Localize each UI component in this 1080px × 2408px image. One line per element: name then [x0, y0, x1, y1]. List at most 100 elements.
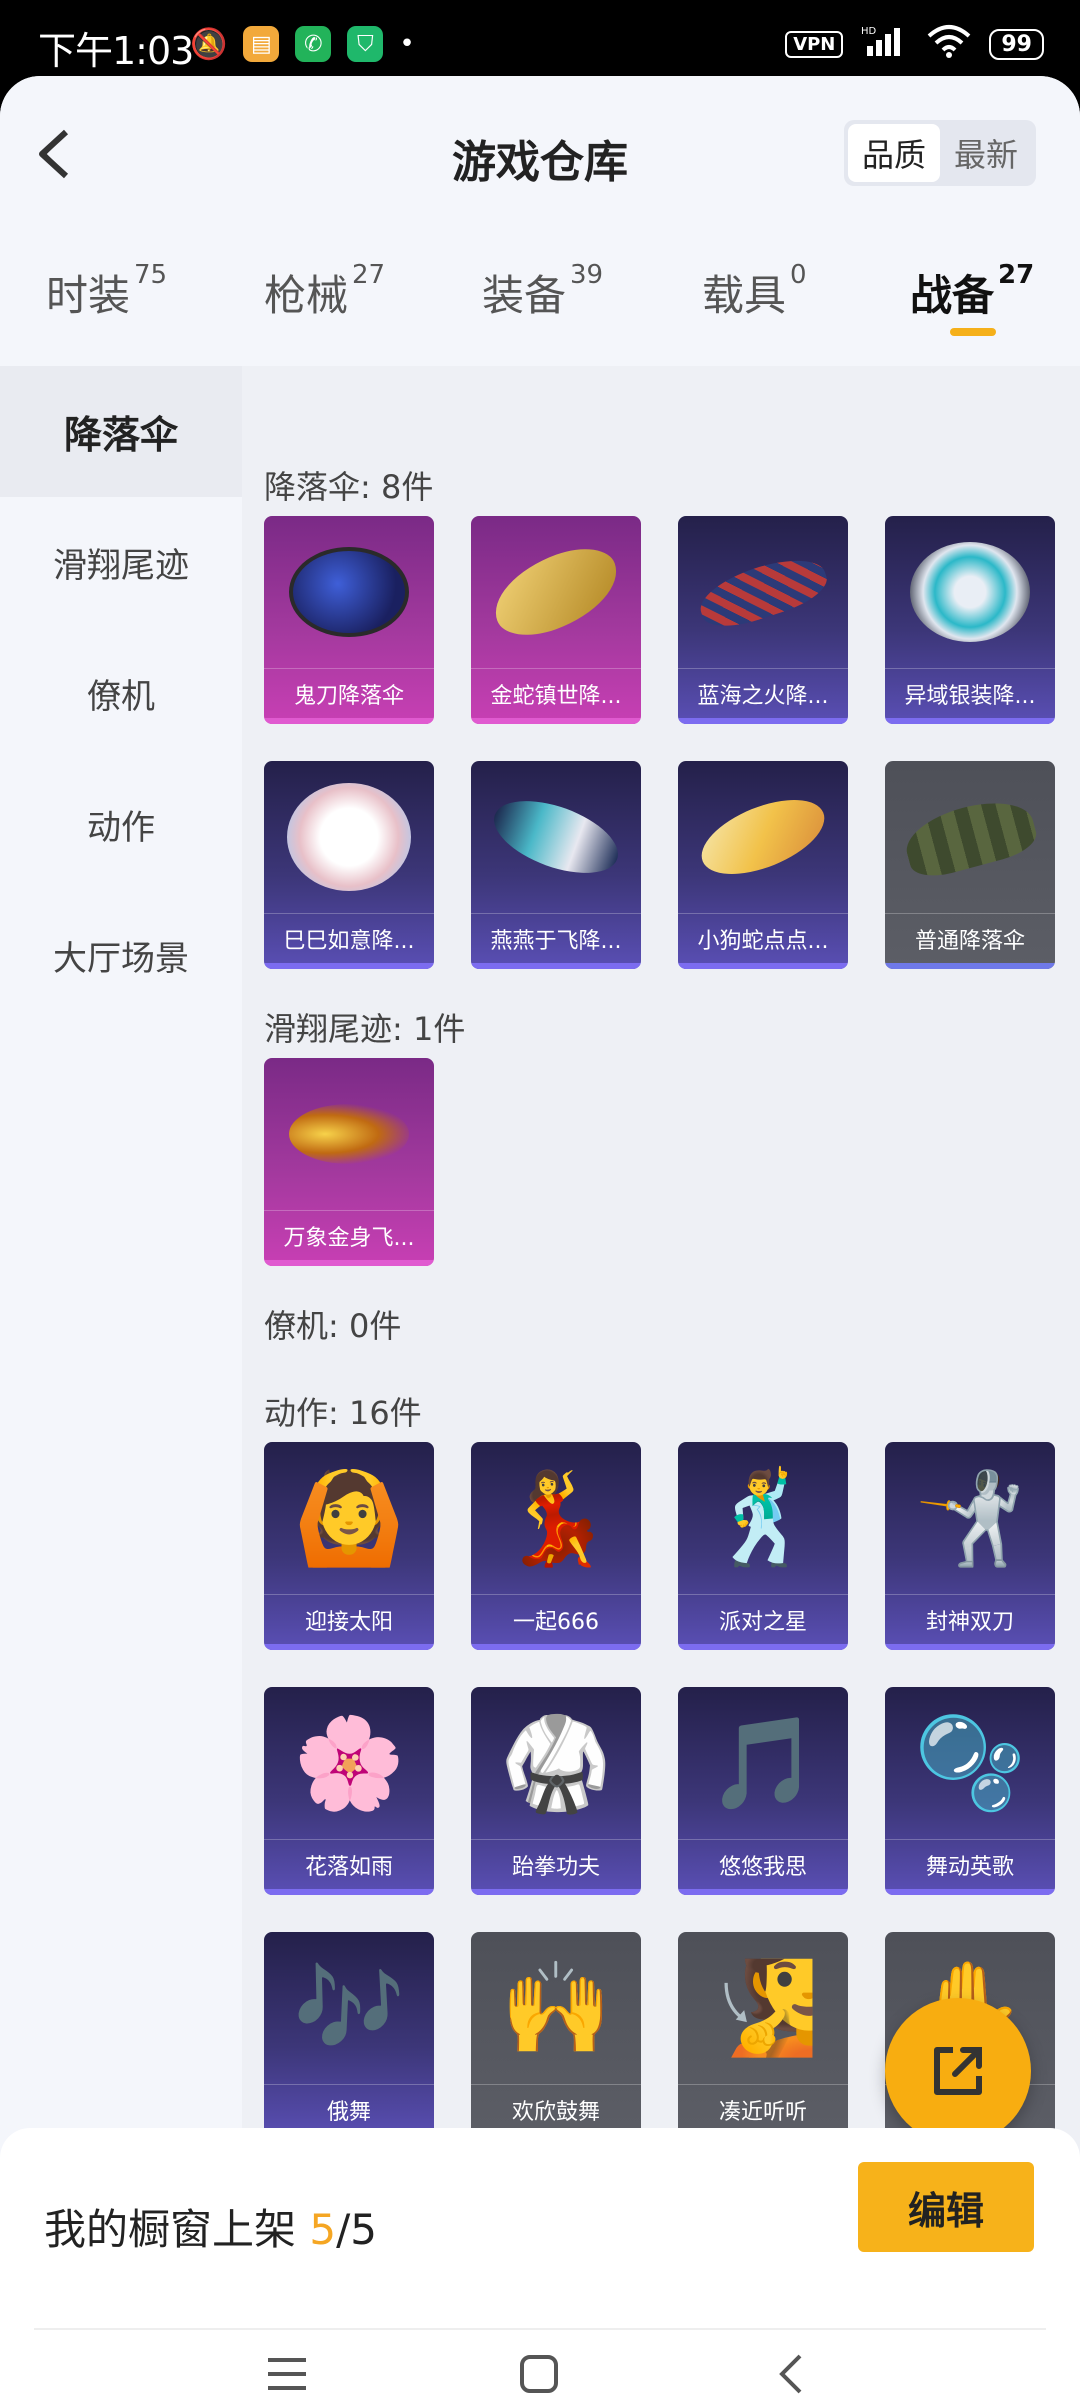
- item-card[interactable]: 🥋 跆拳功夫: [471, 1687, 641, 1895]
- tab-guns[interactable]: 枪械 27: [264, 260, 386, 342]
- item-name: 迎接太阳: [264, 1594, 434, 1644]
- parachute-icon: [264, 516, 434, 668]
- item-card[interactable]: 鬼刀降落伞: [264, 516, 434, 724]
- showcase-status: 我的橱窗上架 5/5: [44, 2196, 377, 2257]
- hd-label: HD: [861, 26, 877, 37]
- sidebar-item-parachute[interactable]: 降落伞: [0, 366, 242, 497]
- item-name: 燕燕于飞降...: [471, 913, 641, 963]
- tab-equipment[interactable]: 装备 39: [482, 260, 604, 342]
- emote-figure-icon: 🧏: [706, 1955, 820, 2061]
- item-card[interactable]: 普通降落伞: [885, 761, 1055, 969]
- tab-label: 战备: [910, 271, 995, 320]
- tab-fashion[interactable]: 时装 75: [46, 260, 168, 342]
- more-dot-icon: •: [399, 29, 415, 59]
- emote-figure-icon: 🤺: [913, 1465, 1027, 1571]
- sidebar-item-lobby-scene[interactable]: 大厅场景: [0, 890, 242, 1021]
- status-bar: 下午1:03 🔕 ▤ ✆ ⛉ • VPN HD 99: [0, 0, 1080, 80]
- item-name: 小狗蛇点点...: [678, 913, 848, 963]
- tab-label: 装备: [482, 271, 567, 320]
- sort-latest-button[interactable]: 最新: [940, 124, 1032, 182]
- sort-quality-button[interactable]: 品质: [848, 124, 940, 182]
- item-name: 凑近听听: [678, 2084, 848, 2134]
- glide-trail-icon: [264, 1058, 434, 1210]
- tab-count: 27: [352, 260, 386, 290]
- item-name: 花落如雨: [264, 1839, 434, 1889]
- item-card[interactable]: 燕燕于飞降...: [471, 761, 641, 969]
- item-card[interactable]: 小狗蛇点点...: [678, 761, 848, 969]
- sidebar-item-wingman[interactable]: 僚机: [0, 628, 242, 759]
- parachute-icon: [678, 761, 848, 913]
- item-name: 异域银装降...: [885, 668, 1055, 718]
- menu-icon[interactable]: [266, 2354, 308, 2394]
- tab-vehicles[interactable]: 载具 0: [702, 260, 807, 342]
- item-card[interactable]: 🧏 凑近听听: [678, 1932, 848, 2140]
- item-card[interactable]: 蓝海之火降...: [678, 516, 848, 724]
- item-card[interactable]: 🎶 俄舞: [264, 1932, 434, 2140]
- item-card[interactable]: 🙆 迎接太阳: [264, 1442, 434, 1650]
- item-card[interactable]: 🎵 悠悠我思: [678, 1687, 848, 1895]
- parachute-icon: [471, 516, 641, 668]
- sidebar-item-glide-trail[interactable]: 滑翔尾迹: [0, 497, 242, 628]
- edit-button[interactable]: 编辑: [858, 2162, 1034, 2252]
- sort-toggle: 品质 最新: [844, 120, 1036, 186]
- item-card[interactable]: 巳巳如意降...: [264, 761, 434, 969]
- item-card[interactable]: 🤺 封神双刀: [885, 1442, 1055, 1650]
- item-card[interactable]: 🙌 欢欣鼓舞: [471, 1932, 641, 2140]
- item-name: 舞动英歌: [885, 1839, 1055, 1889]
- showcase-count: 5: [309, 2205, 337, 2254]
- share-button[interactable]: [885, 1998, 1031, 2144]
- item-card[interactable]: 💃 一起666: [471, 1442, 641, 1650]
- system-icons: VPN HD 99: [785, 24, 1044, 64]
- active-tab-indicator: [950, 328, 996, 336]
- sidebar: 降落伞 滑翔尾迹 僚机 动作 大厅场景: [0, 366, 242, 2206]
- back-nav-icon[interactable]: [774, 2352, 810, 2396]
- sidebar-item-action[interactable]: 动作: [0, 759, 242, 890]
- emote-figure-icon: 🎵: [706, 1710, 820, 1816]
- emote-figure-icon: 🎶: [292, 1955, 406, 2061]
- item-name: 跆拳功夫: [471, 1839, 641, 1889]
- tab-label: 载具: [702, 271, 787, 320]
- item-card[interactable]: 🫧 舞动英歌: [885, 1687, 1055, 1895]
- item-name: 万象金身飞...: [264, 1210, 434, 1260]
- item-card[interactable]: 异域银装降...: [885, 516, 1055, 724]
- item-name: 派对之星: [678, 1594, 848, 1644]
- signal-icon: HD: [861, 24, 909, 64]
- parachute-icon: [885, 516, 1055, 668]
- item-card[interactable]: 金蛇镇世降...: [471, 516, 641, 724]
- emote-figure-icon: 🌸: [292, 1710, 406, 1816]
- item-name: 巳巳如意降...: [264, 913, 434, 963]
- item-name: 俄舞: [264, 2084, 434, 2134]
- share-external-icon: [934, 2047, 982, 2095]
- wifi-icon: [927, 24, 971, 64]
- item-name: 一起666: [471, 1594, 641, 1644]
- item-name: 封神双刀: [885, 1594, 1055, 1644]
- item-card[interactable]: 🕺 派对之星: [678, 1442, 848, 1650]
- emote-figure-icon: 🫧: [913, 1710, 1027, 1816]
- emote-figure-icon: 🕺: [706, 1465, 820, 1571]
- parachute-icon: [678, 516, 848, 668]
- tab-label: 枪械: [264, 271, 349, 320]
- showcase-bar: 我的橱窗上架 5/5 编辑: [0, 2128, 1080, 2408]
- item-name: 蓝海之火降...: [678, 668, 848, 718]
- tab-count: 0: [790, 260, 807, 290]
- tab-combat-gear[interactable]: 战备 27: [910, 260, 1035, 342]
- notification-icons: 🔕 ▤ ✆ ⛉ •: [190, 26, 415, 62]
- parachute-icon: [471, 761, 641, 913]
- security-app-icon: ⛉: [347, 26, 384, 62]
- item-card[interactable]: 万象金身飞...: [264, 1058, 434, 1266]
- item-name: 金蛇镇世降...: [471, 668, 641, 718]
- item-name: 普通降落伞: [885, 913, 1055, 963]
- item-name: 悠悠我思: [678, 1839, 848, 1889]
- home-icon[interactable]: [519, 2354, 559, 2394]
- tab-count: 27: [998, 260, 1035, 290]
- tab-count: 75: [134, 260, 168, 290]
- item-card[interactable]: 🌸 花落如雨: [264, 1687, 434, 1895]
- phone-app-icon: ✆: [295, 26, 332, 62]
- section-title-wingman: 僚机: 0件: [264, 1307, 402, 1345]
- section-title-action: 动作: 16件: [264, 1394, 422, 1432]
- notes-app-icon: ▤: [243, 26, 280, 62]
- tab-count: 39: [570, 260, 604, 290]
- showcase-total: /5: [336, 2205, 377, 2254]
- vpn-icon: VPN: [785, 30, 844, 58]
- divider: [34, 2328, 1046, 2330]
